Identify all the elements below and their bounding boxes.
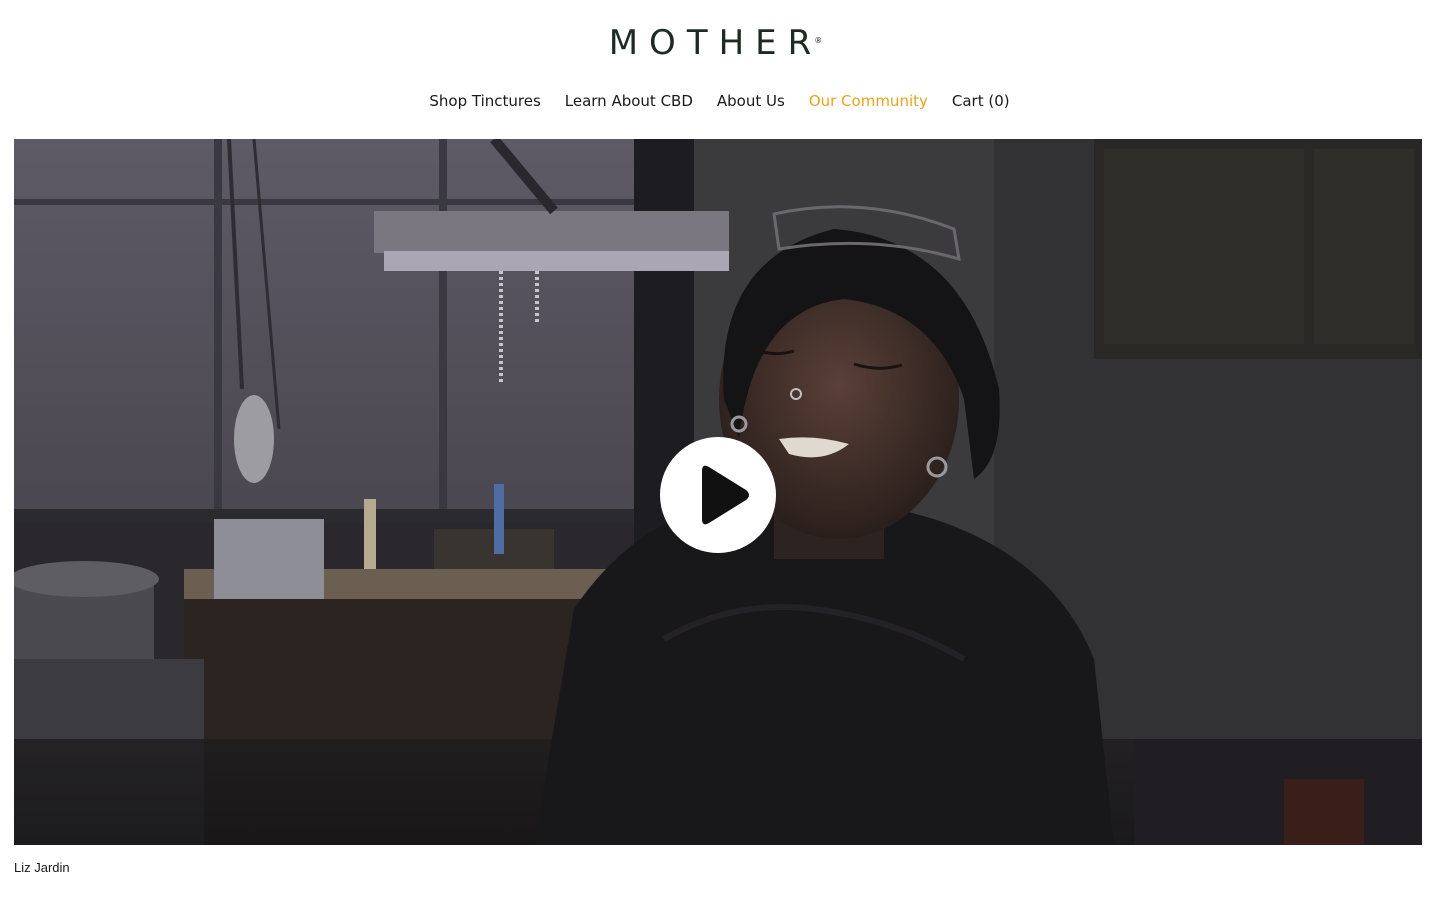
- main-nav: Shop Tinctures Learn About CBD About Us …: [0, 90, 1439, 112]
- nav-shop-tinctures[interactable]: Shop Tinctures: [429, 90, 540, 112]
- nav-about-us[interactable]: About Us: [717, 90, 785, 112]
- play-button[interactable]: [660, 437, 776, 553]
- site-header: MOTHER® Shop Tinctures Learn About CBD A…: [0, 0, 1439, 139]
- registered-mark: ®: [814, 36, 823, 45]
- play-icon: [702, 465, 749, 525]
- nav-cart[interactable]: Cart (0): [952, 90, 1010, 112]
- brand-logo[interactable]: MOTHER®: [0, 26, 1439, 60]
- nav-our-community[interactable]: Our Community: [809, 90, 928, 112]
- video-caption: Liz Jardin: [14, 860, 70, 875]
- video-player[interactable]: [14, 139, 1422, 845]
- nav-learn-about-cbd[interactable]: Learn About CBD: [565, 90, 693, 112]
- logo-text: MOTHER: [608, 23, 823, 63]
